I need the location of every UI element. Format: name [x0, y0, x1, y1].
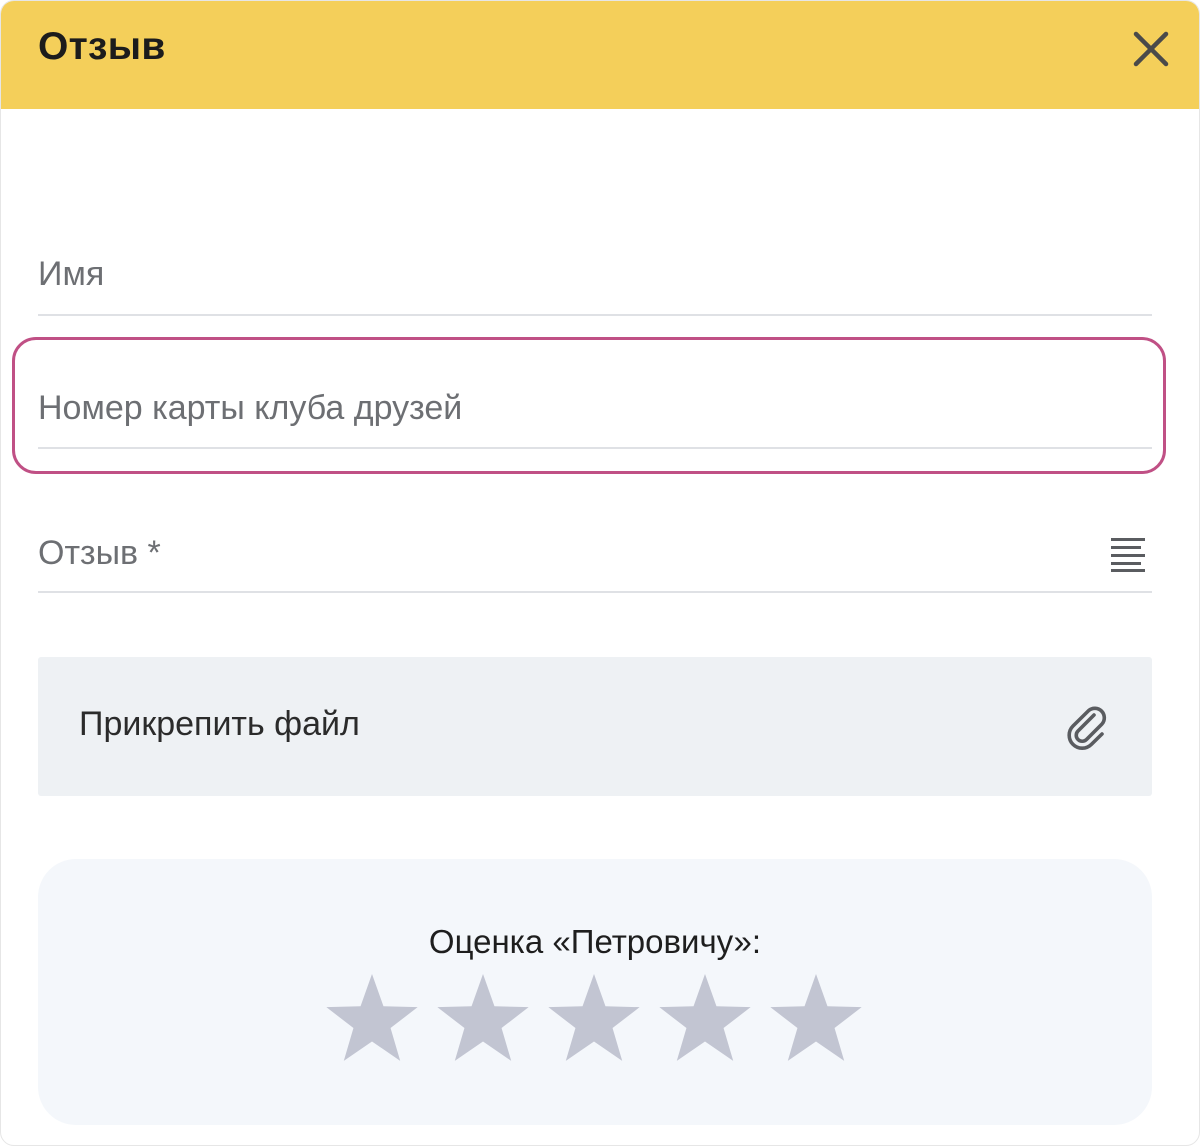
dialog-header: Отзыв [1, 1, 1199, 109]
review-placeholder: Отзыв * [38, 534, 161, 572]
club-card-field[interactable]: Номер карты клуба друзей [38, 383, 1152, 449]
close-icon[interactable] [1127, 25, 1175, 73]
name-placeholder: Имя [38, 255, 105, 293]
paperclip-icon [1067, 706, 1107, 750]
dialog-title: Отзыв [38, 25, 166, 68]
rating-panel: Оценка «Петровичу»: [38, 859, 1152, 1125]
attach-file-label: Прикрепить файл [79, 705, 360, 743]
star-icon[interactable] [546, 970, 642, 1066]
name-field[interactable]: Имя [38, 251, 1152, 316]
star-icon[interactable] [324, 970, 420, 1066]
star-icon[interactable] [768, 970, 864, 1066]
attach-file-button[interactable]: Прикрепить файл [38, 657, 1152, 796]
club-card-placeholder: Номер карты клуба друзей [38, 389, 463, 427]
review-field[interactable]: Отзыв * [38, 529, 1152, 593]
rating-label: Оценка «Петровичу»: [428, 923, 762, 960]
rating-stars [324, 970, 864, 1066]
text-align-icon [1111, 538, 1145, 572]
star-icon[interactable] [657, 970, 753, 1066]
review-dialog: Отзыв Имя Номер карты клуба друзей Отзыв… [0, 0, 1200, 1146]
star-icon[interactable] [435, 970, 531, 1066]
